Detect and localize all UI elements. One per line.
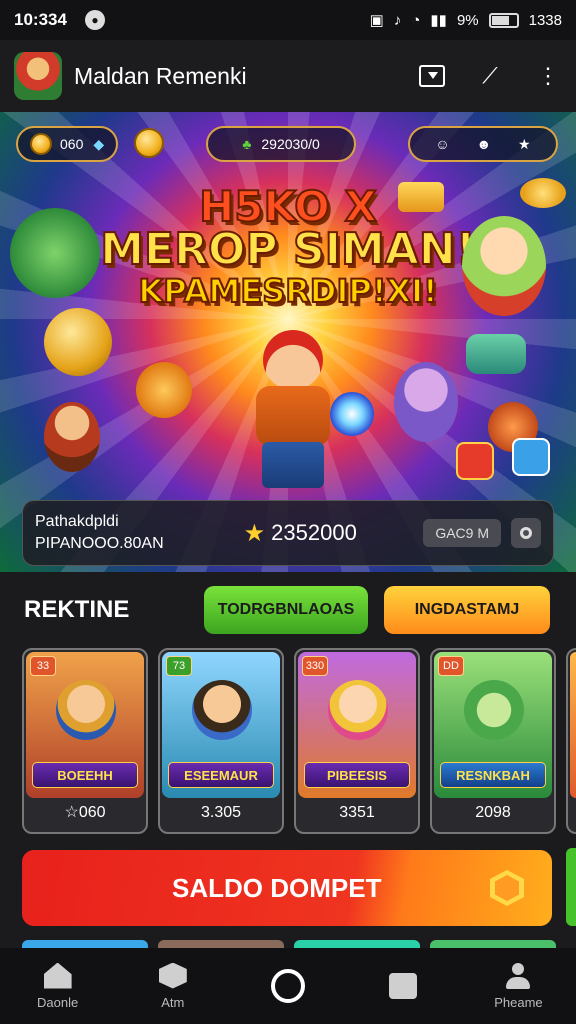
battery-text: 9% bbox=[456, 11, 479, 29]
nav-label: Daonle bbox=[37, 994, 79, 1010]
tile-character bbox=[192, 680, 252, 740]
coin-count: 060 bbox=[60, 136, 84, 152]
big-coin-icon bbox=[44, 308, 112, 376]
game-tile[interactable]: 73 ESEEMAUR 3.305 bbox=[158, 648, 284, 834]
gold-bar-icon bbox=[398, 182, 444, 212]
dragon-character bbox=[10, 208, 100, 298]
car-icon bbox=[466, 334, 526, 374]
status-right: ▣ ♪ ◔ ▮▮ 9% 1338 bbox=[369, 11, 562, 30]
stars-total: ★ 2352000 bbox=[244, 519, 357, 548]
energy-orb bbox=[330, 392, 374, 436]
tile-price: 3351 bbox=[339, 804, 375, 821]
tile-name: RESNKBAH bbox=[440, 762, 546, 788]
pirate-character bbox=[44, 402, 100, 472]
coin-chip[interactable]: 060 ◆ bbox=[16, 126, 119, 162]
game-tile[interactable]: 33 BOEEHH ☆060 bbox=[22, 648, 148, 834]
dice-icon-2 bbox=[512, 438, 550, 476]
girl-character bbox=[462, 216, 546, 316]
star-badge-icon: ★ bbox=[518, 135, 531, 152]
tile-character bbox=[56, 680, 116, 740]
saldo-label: SALDO DOMPET bbox=[172, 872, 382, 903]
game-tile[interactable]: 330 PIBEESIS 3351 bbox=[294, 648, 420, 834]
nav-profile[interactable]: Pheame bbox=[461, 948, 576, 1024]
cast-icon[interactable] bbox=[418, 62, 446, 90]
notification-icon: ● bbox=[84, 10, 105, 30]
coin-icon bbox=[30, 133, 52, 155]
signal-icon: ▮▮ bbox=[430, 12, 447, 29]
gem-icon: ◆ bbox=[93, 135, 105, 152]
mute-icon: ♪ bbox=[393, 11, 402, 29]
score-value: 292030/0 bbox=[261, 136, 320, 152]
battery-icon bbox=[488, 12, 519, 28]
green-tab-button[interactable]: TODRGBNLAOAS bbox=[204, 586, 368, 634]
game-tile-partial[interactable] bbox=[566, 648, 576, 834]
edit-icon[interactable]: ⟋ bbox=[476, 62, 504, 90]
score-chip: ♣ 292030/0 bbox=[206, 126, 356, 162]
nav-atm[interactable]: Atm bbox=[115, 948, 230, 1024]
leaf-icon: ♣ bbox=[242, 136, 252, 152]
square-icon bbox=[389, 973, 418, 999]
nav-home[interactable]: Daonle bbox=[0, 948, 115, 1024]
tile-name: ESEEMAUR bbox=[168, 762, 274, 788]
record-icon bbox=[520, 527, 532, 539]
player-info-line-1: Pathakdpldi bbox=[35, 513, 119, 530]
player-info-card: Pathakdpldi PIPANOOO.80AN ★ 2352000 GAC9… bbox=[22, 500, 554, 566]
side-green-button[interactable] bbox=[566, 848, 576, 926]
tile-badge: 73 bbox=[166, 656, 192, 676]
record-button[interactable] bbox=[511, 518, 541, 548]
dice-icon bbox=[456, 442, 494, 480]
status-bar: 10:334 ● ▣ ♪ ◔ ▮▮ 9% 1338 bbox=[0, 0, 576, 40]
saldo-dompet-button[interactable]: SALDO DOMPET bbox=[22, 850, 552, 926]
nav-label: Pheame bbox=[494, 994, 543, 1010]
star-icon: ★ bbox=[243, 519, 266, 547]
status-clock-right: 1338 bbox=[528, 11, 562, 29]
app-actions: ⟋ ⋮ bbox=[418, 62, 562, 90]
nav-center[interactable] bbox=[230, 948, 345, 1024]
tile-badge: 33 bbox=[30, 656, 56, 676]
game-button[interactable]: GAC9 M bbox=[423, 519, 501, 547]
orange-tab-button[interactable]: INGDASTAMJ bbox=[384, 586, 550, 634]
tile-price: ☆060 bbox=[64, 804, 106, 821]
coin-icon-right bbox=[520, 178, 566, 208]
tile-name: PIBEESIS bbox=[304, 762, 410, 788]
section-title: REKTINE bbox=[24, 596, 130, 623]
bottom-nav: Daonle Atm Pheame bbox=[0, 948, 576, 1024]
avatar-icon: ☺ bbox=[435, 136, 450, 152]
cat-character bbox=[394, 362, 458, 442]
avatars-chip[interactable]: ☺ ☻ ★ bbox=[408, 126, 558, 162]
more-icon[interactable]: ⋮ bbox=[534, 62, 562, 90]
player-info-line-2: PIPANOOO.80AN bbox=[35, 535, 164, 552]
tile-badge: DD bbox=[438, 656, 464, 676]
tile-price: 2098 bbox=[475, 804, 511, 821]
nav-label: Atm bbox=[161, 994, 185, 1010]
app-title: Maldan Remenki bbox=[74, 62, 247, 89]
emoji-coin-icon bbox=[134, 128, 164, 158]
tile-price: 3.305 bbox=[200, 804, 242, 821]
hexagon-icon bbox=[158, 962, 187, 989]
status-time: 10:334 bbox=[14, 10, 67, 29]
avatar-icon-2: ☻ bbox=[476, 136, 492, 152]
tile-badge: 330 bbox=[302, 656, 328, 676]
battery-level bbox=[491, 15, 509, 25]
tile-character bbox=[328, 680, 388, 740]
tile-art bbox=[570, 652, 576, 798]
game-tiles: 33 BOEEHH ☆060 73 ESEEMAUR 3.305 330 PIB… bbox=[22, 648, 576, 838]
tile-name: BOEEHH bbox=[32, 762, 138, 788]
profile-icon bbox=[504, 962, 532, 989]
game-tile[interactable]: DD RESNKBAH 2098 bbox=[430, 648, 556, 834]
player-info: Pathakdpldi PIPANOOO.80AN bbox=[35, 511, 164, 555]
monster-character bbox=[136, 362, 192, 418]
wifi-icon: ◔ bbox=[411, 11, 421, 29]
tile-character bbox=[464, 680, 524, 740]
nfc-icon: ▣ bbox=[369, 12, 384, 29]
circle-icon bbox=[271, 969, 305, 1003]
app-logo bbox=[14, 52, 62, 100]
home-icon bbox=[43, 962, 72, 989]
hexagon-icon bbox=[490, 870, 524, 906]
app-bar: Maldan Remenki ⟋ ⋮ bbox=[0, 40, 576, 112]
stars-value: 2352000 bbox=[271, 520, 357, 545]
nav-square[interactable] bbox=[346, 948, 461, 1024]
